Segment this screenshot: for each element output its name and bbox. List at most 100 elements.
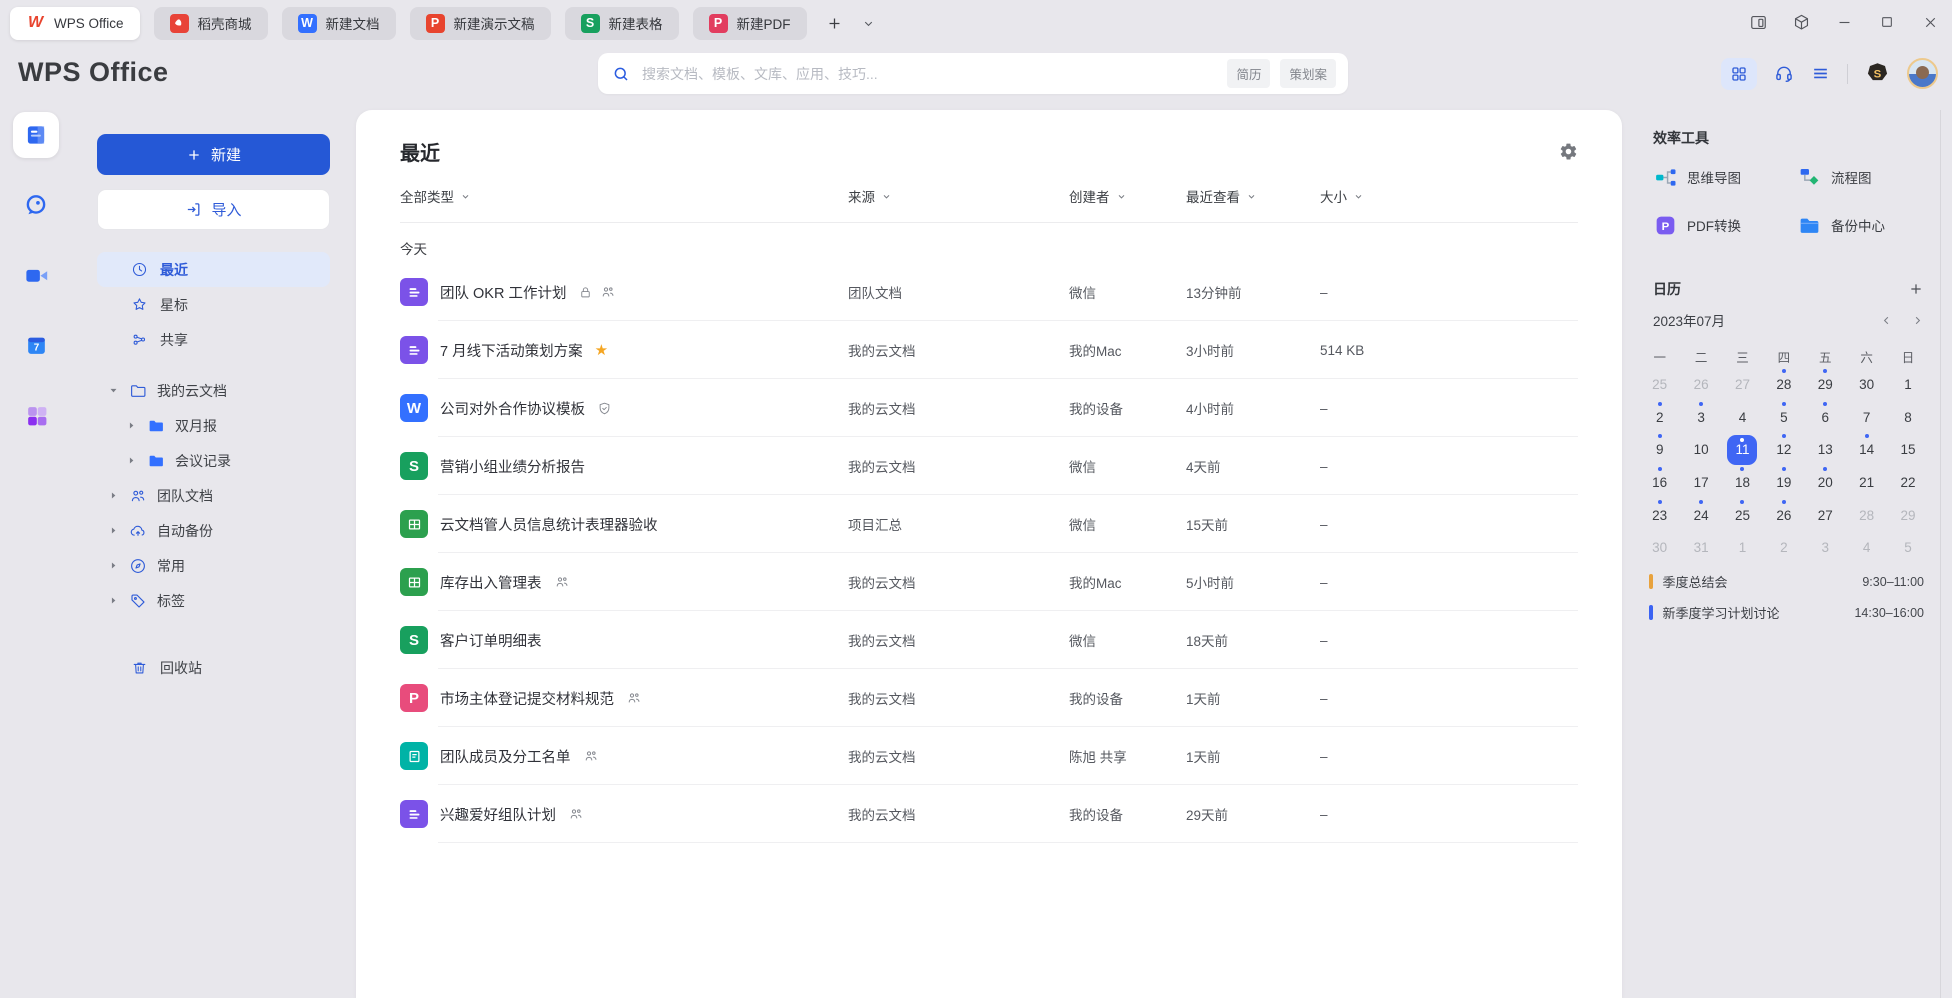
file-row[interactable]: 库存出入管理表 我的云文档 我的Mac 5小时前 – (400, 553, 1578, 611)
caret-right-icon[interactable] (108, 595, 120, 606)
maximize-button[interactable] (1877, 12, 1897, 32)
calendar-day[interactable]: 3 (1805, 531, 1846, 564)
tool-PDF转换[interactable]: P PDF转换 (1653, 206, 1797, 244)
apps-grid-button[interactable] (1721, 58, 1757, 90)
filter-全部类型[interactable]: 全部类型 (400, 186, 848, 206)
calendar-day[interactable]: 19 (1763, 466, 1804, 499)
sidebar-tree-团队文档[interactable]: 团队文档 (97, 478, 330, 513)
calendar-day[interactable]: 29 (1805, 368, 1846, 401)
calendar-day[interactable]: 13 (1805, 433, 1846, 466)
calendar-day[interactable]: 25 (1639, 368, 1680, 401)
calendar-day[interactable]: 25 (1722, 499, 1763, 532)
calendar-day[interactable]: 28 (1763, 368, 1804, 401)
calendar-day[interactable]: 5 (1763, 401, 1804, 434)
file-row[interactable]: 团队成员及分工名单 我的云文档 陈旭 共享 1天前 – (400, 727, 1578, 785)
calendar-day[interactable]: 29 (1887, 499, 1928, 532)
add-event-button[interactable] (1908, 281, 1924, 297)
new-document-button[interactable]: 新建 (97, 134, 330, 175)
calendar-day[interactable]: 21 (1846, 466, 1887, 499)
calendar-day[interactable]: 27 (1805, 499, 1846, 532)
tab-doc-1[interactable]: 稻壳商城 (154, 7, 268, 40)
filter-创建者[interactable]: 创建者 (1069, 186, 1186, 206)
tab-home[interactable]: WWPS Office (10, 7, 140, 40)
calendar-day[interactable]: 26 (1763, 499, 1804, 532)
membership-badge[interactable]: S (1865, 61, 1890, 86)
calendar-day[interactable]: 7 (1846, 401, 1887, 434)
calendar-day[interactable]: 28 (1846, 499, 1887, 532)
calendar-day[interactable]: 20 (1805, 466, 1846, 499)
sidebar-tree-会议记录[interactable]: 会议记录 (97, 443, 330, 478)
sidebar-item-trash[interactable]: 回收站 (97, 650, 330, 685)
filter-最近查看[interactable]: 最近查看 (1186, 186, 1320, 206)
calendar-day[interactable]: 9 (1639, 433, 1680, 466)
caret-down-icon[interactable] (108, 385, 120, 396)
filter-大小[interactable]: 大小 (1320, 186, 1578, 206)
sidebar-tree-常用[interactable]: 常用 (97, 548, 330, 583)
calendar-day[interactable]: 3 (1680, 401, 1721, 434)
caret-right-icon[interactable] (108, 560, 120, 571)
tab-list-dropdown[interactable] (859, 13, 879, 33)
file-row[interactable]: 云文档管人员信息统计表理器验收 项目汇总 微信 15天前 – (400, 495, 1578, 553)
mobile-panel-button[interactable] (1748, 12, 1768, 32)
support-headset-button[interactable] (1774, 64, 1794, 84)
tab-doc-4[interactable]: S新建表格 (565, 7, 679, 40)
calendar-day[interactable]: 8 (1887, 401, 1928, 434)
calendar-day[interactable]: 12 (1763, 433, 1804, 466)
workspace-cube-button[interactable] (1791, 12, 1811, 32)
global-search-bar[interactable]: 简历 策划案 (598, 53, 1348, 94)
calendar-day-selected[interactable]: 11 (1722, 433, 1763, 466)
calendar-day[interactable]: 30 (1639, 531, 1680, 564)
calendar-day[interactable]: 5 (1887, 531, 1928, 564)
calendar-day[interactable]: 2 (1763, 531, 1804, 564)
tab-doc-5[interactable]: P新建PDF (693, 7, 807, 40)
calendar-day[interactable]: 31 (1680, 531, 1721, 564)
tool-流程图[interactable]: 流程图 (1797, 158, 1941, 196)
calendar-day[interactable]: 15 (1887, 433, 1928, 466)
file-row[interactable]: P 市场主体登记提交材料规范 我的云文档 我的设备 1天前 – (400, 669, 1578, 727)
calendar-prev-month-button[interactable] (1880, 314, 1893, 327)
caret-right-icon[interactable] (126, 455, 138, 466)
close-button[interactable] (1920, 12, 1940, 32)
calendar-day[interactable]: 6 (1805, 401, 1846, 434)
search-suggestion-resume[interactable]: 简历 (1227, 59, 1270, 88)
calendar-day[interactable]: 26 (1680, 368, 1721, 401)
calendar-day[interactable]: 16 (1639, 466, 1680, 499)
calendar-day[interactable]: 14 (1846, 433, 1887, 466)
search-input[interactable] (640, 65, 1217, 83)
main-menu-button[interactable] (1811, 64, 1830, 83)
tab-doc-3[interactable]: P新建演示文稿 (410, 7, 551, 40)
calendar-day[interactable]: 18 (1722, 466, 1763, 499)
tool-备份中心[interactable]: 备份中心 (1797, 206, 1941, 244)
rail-item-calendar[interactable]: 7 (13, 322, 59, 368)
calendar-day[interactable]: 10 (1680, 433, 1721, 466)
calendar-day[interactable]: 4 (1722, 401, 1763, 434)
calendar-day[interactable]: 17 (1680, 466, 1721, 499)
calendar-event[interactable]: 季度总结会 9:30–11:00 (1649, 566, 1924, 597)
sidebar-item-星标[interactable]: 星标 (97, 287, 330, 322)
calendar-day[interactable]: 4 (1846, 531, 1887, 564)
calendar-next-month-button[interactable] (1911, 314, 1924, 327)
panel-scrollbar-track[interactable] (1940, 110, 1941, 998)
file-row[interactable]: W 公司对外合作协议模板 我的云文档 我的设备 4小时前 – (400, 379, 1578, 437)
tool-思维导图[interactable]: 思维导图 (1653, 158, 1797, 196)
sidebar-tree-自动备份[interactable]: 自动备份 (97, 513, 330, 548)
rail-item-meeting[interactable] (13, 252, 59, 298)
new-tab-button[interactable] (825, 13, 845, 33)
file-row[interactable]: S 客户订单明细表 我的云文档 微信 18天前 – (400, 611, 1578, 669)
import-button[interactable]: 导入 (97, 189, 330, 230)
file-row[interactable]: 团队 OKR 工作计划 团队文档 微信 13分钟前 – (400, 263, 1578, 321)
calendar-day[interactable]: 1 (1887, 368, 1928, 401)
calendar-day[interactable]: 30 (1846, 368, 1887, 401)
search-suggestion-plan[interactable]: 策划案 (1280, 59, 1336, 88)
calendar-day[interactable]: 22 (1887, 466, 1928, 499)
file-row[interactable]: 兴趣爱好组队计划 我的云文档 我的设备 29天前 – (400, 785, 1578, 843)
tab-doc-2[interactable]: W新建文档 (282, 7, 396, 40)
caret-right-icon[interactable] (108, 525, 120, 536)
file-row[interactable]: 7 月线下活动策划方案 ★ 我的云文档 我的Mac 3小时前 514 KB (400, 321, 1578, 379)
calendar-day[interactable]: 23 (1639, 499, 1680, 532)
sidebar-tree-双月报[interactable]: 双月报 (97, 408, 330, 443)
sidebar-tree-我的云文档[interactable]: 我的云文档 (97, 373, 330, 408)
user-avatar[interactable] (1907, 58, 1938, 89)
list-settings-button[interactable] (1559, 142, 1578, 161)
rail-item-documents[interactable] (13, 112, 59, 158)
